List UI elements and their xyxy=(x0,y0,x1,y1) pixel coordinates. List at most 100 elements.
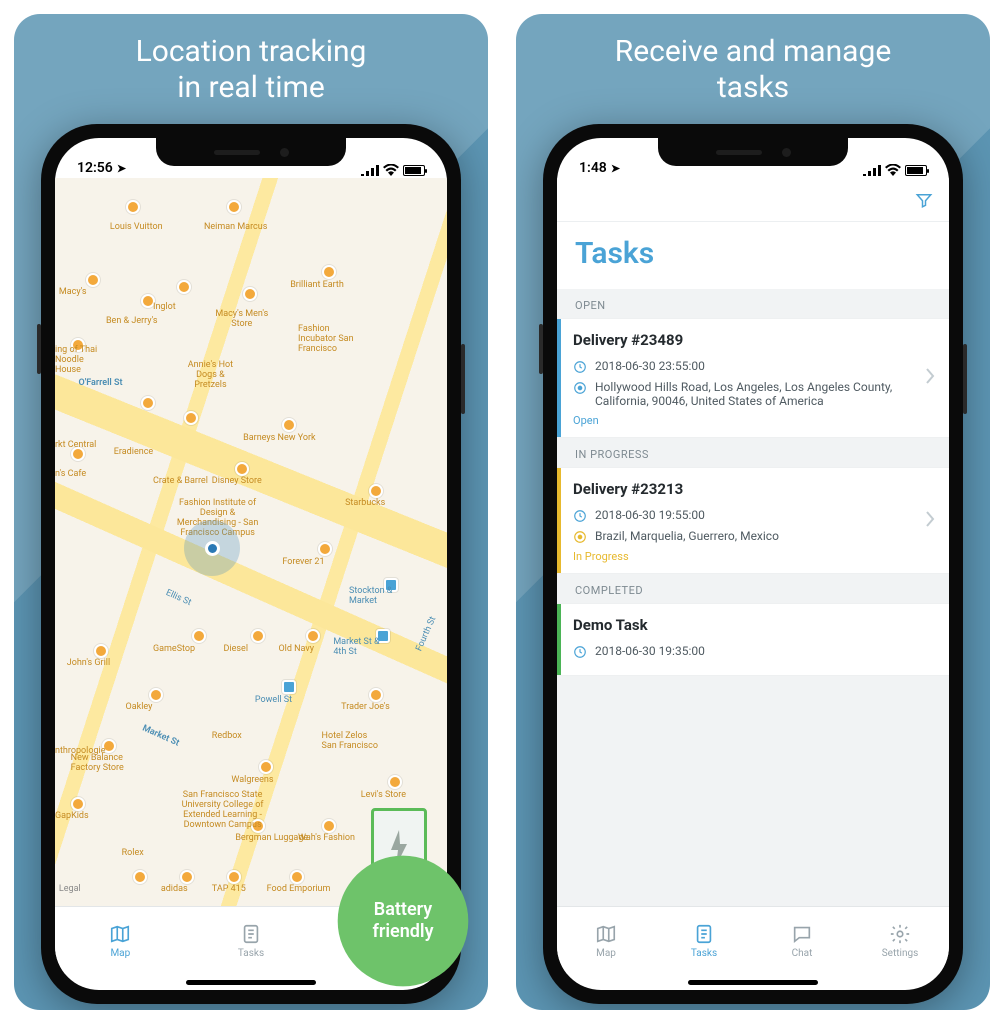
screenshot-left-title: Location tracking in real time xyxy=(14,14,488,120)
task-time: 2018-06-30 19:55:00 xyxy=(595,508,705,522)
map-poi-label: Inglot xyxy=(153,302,176,312)
gear-icon xyxy=(889,923,911,945)
map-poi-label: TAP 415 xyxy=(212,884,246,894)
tab-chat[interactable]: Chat xyxy=(753,907,851,974)
tab-map[interactable]: Map xyxy=(55,907,186,974)
map-poi-label: Diesel xyxy=(224,644,248,654)
map-poi-label: Barneys New York xyxy=(243,433,315,443)
map-poi-label: Eradience xyxy=(114,447,153,457)
status-stripe xyxy=(557,319,561,437)
wifi-icon xyxy=(885,164,901,176)
phone-mockup-right: 1:48 ➤ Tasks OPEN Delivery #23489 xyxy=(543,124,963,1004)
map-street-label: O'Farrell St xyxy=(79,378,123,388)
task-title: Delivery #23213 xyxy=(573,480,933,498)
map-poi-label: Louis Vuitton xyxy=(110,222,163,232)
status-time: 12:56 xyxy=(77,160,113,176)
map-poi-label: Old Navy xyxy=(278,644,314,654)
task-address: Hollywood Hills Road, Los Angeles, Los A… xyxy=(595,380,933,408)
tab-label: Map xyxy=(596,948,616,959)
map-poi-label: Trader Joe's xyxy=(341,702,390,712)
battery-icon xyxy=(403,165,425,176)
map-transit-label: Powell St xyxy=(255,695,292,705)
map-poi-label: n's Cafe xyxy=(55,469,86,479)
chat-icon xyxy=(791,923,813,945)
status-time: 1:48 xyxy=(579,160,607,176)
screenshot-right: Receive and manage tasks 1:48 ➤ Tasks xyxy=(516,14,990,1010)
clock-icon xyxy=(573,360,587,374)
chevron-right-icon xyxy=(925,367,935,389)
task-card-progress[interactable]: Delivery #23213 2018-06-30 19:55:00 Braz… xyxy=(557,467,949,574)
map-view[interactable]: Louis Vuitton Neiman Marcus Brilliant Ea… xyxy=(55,178,447,906)
map-poi-label: GameStop xyxy=(153,644,195,654)
tab-label: Chat xyxy=(792,948,813,959)
location-icon xyxy=(573,381,587,395)
status-stripe xyxy=(557,604,561,675)
location-services-icon: ➤ xyxy=(611,162,620,175)
filter-icon[interactable] xyxy=(915,191,933,209)
battery-icon xyxy=(905,165,927,176)
map-street-label: Market St xyxy=(141,724,181,749)
battery-friendly-badge: Battery friendly xyxy=(338,856,468,986)
tab-label: Tasks xyxy=(691,948,717,959)
status-stripe xyxy=(557,468,561,573)
screenshot-left: Location tracking in real time 12:56 ➤ xyxy=(14,14,488,1010)
map-transit-label: Market St & 4th St xyxy=(333,637,393,657)
section-header-open: OPEN xyxy=(557,289,949,318)
map-poi-label: Macy's xyxy=(59,287,87,297)
home-indicator[interactable] xyxy=(688,980,818,985)
map-transit-label: Stockton & Market xyxy=(349,586,399,606)
screenshot-right-title: Receive and manage tasks xyxy=(516,14,990,120)
task-card-completed[interactable]: Demo Task 2018-06-30 19:35:00 xyxy=(557,603,949,676)
map-poi-label: Disney Store xyxy=(212,476,262,486)
map-poi-label: Redbox xyxy=(212,731,242,741)
map-poi-label: Crate & Barrel xyxy=(153,476,208,486)
map-poi-label: Oakley xyxy=(126,702,153,712)
tab-label: Settings xyxy=(882,948,919,959)
task-title: Delivery #23489 xyxy=(573,331,933,349)
map-poi-label: John's Grill xyxy=(67,658,110,668)
map-street-label: Ellis St xyxy=(164,588,193,608)
map-poi-label: San Francisco State University College o… xyxy=(173,790,273,830)
current-location-dot xyxy=(184,520,240,576)
section-header-progress: IN PROGRESS xyxy=(557,438,949,467)
map-legal-link[interactable]: Legal xyxy=(59,884,81,894)
map-poi-label: Forever 21 xyxy=(282,557,324,567)
task-status: In Progress xyxy=(573,550,933,563)
tab-tasks[interactable]: Tasks xyxy=(655,907,753,974)
task-status: Open xyxy=(573,414,933,427)
task-time: 2018-06-30 19:35:00 xyxy=(595,644,705,658)
tasks-list[interactable]: OPEN Delivery #23489 2018-06-30 23:55:00… xyxy=(557,289,949,906)
map-poi-label: nthropologie xyxy=(55,746,106,756)
tab-map[interactable]: Map xyxy=(557,907,655,974)
section-header-completed: COMPLETED xyxy=(557,574,949,603)
map-poi-label: Food Emporium xyxy=(267,884,331,894)
map-poi-label: Walgreens xyxy=(231,775,273,785)
tab-settings[interactable]: Settings xyxy=(851,907,949,974)
map-poi-label: GapKids xyxy=(55,811,89,821)
tab-label: Tasks xyxy=(238,948,264,959)
map-poi-label: Levi's Store xyxy=(361,790,406,800)
signal-icon xyxy=(863,164,881,176)
clock-icon xyxy=(573,645,587,659)
wifi-icon xyxy=(383,164,399,176)
task-card-open[interactable]: Delivery #23489 2018-06-30 23:55:00 Holl… xyxy=(557,318,949,438)
map-poi-label: Starbucks xyxy=(345,498,385,508)
chevron-right-icon xyxy=(925,510,935,532)
tab-tasks[interactable]: Tasks xyxy=(186,907,317,974)
map-poi-label: Wah's Fashion xyxy=(298,833,355,843)
page-title: Tasks xyxy=(557,222,949,289)
tab-label: Map xyxy=(110,948,130,959)
home-indicator[interactable] xyxy=(186,980,316,985)
toolbar xyxy=(557,178,949,222)
location-icon xyxy=(573,530,587,544)
task-address: Brazil, Marquelia, Guerrero, Mexico xyxy=(595,529,779,543)
clock-icon xyxy=(573,509,587,523)
tasks-icon xyxy=(240,923,262,945)
map-poi-label: Brilliant Earth xyxy=(290,280,344,290)
map-icon xyxy=(595,923,617,945)
map-icon xyxy=(109,923,131,945)
map-poi-label: Hotel Zelos San Francisco xyxy=(322,731,382,751)
map-poi-label: rkt Central xyxy=(55,440,96,450)
tasks-icon xyxy=(693,923,715,945)
map-poi-label: Ben & Jerry's xyxy=(106,316,158,326)
